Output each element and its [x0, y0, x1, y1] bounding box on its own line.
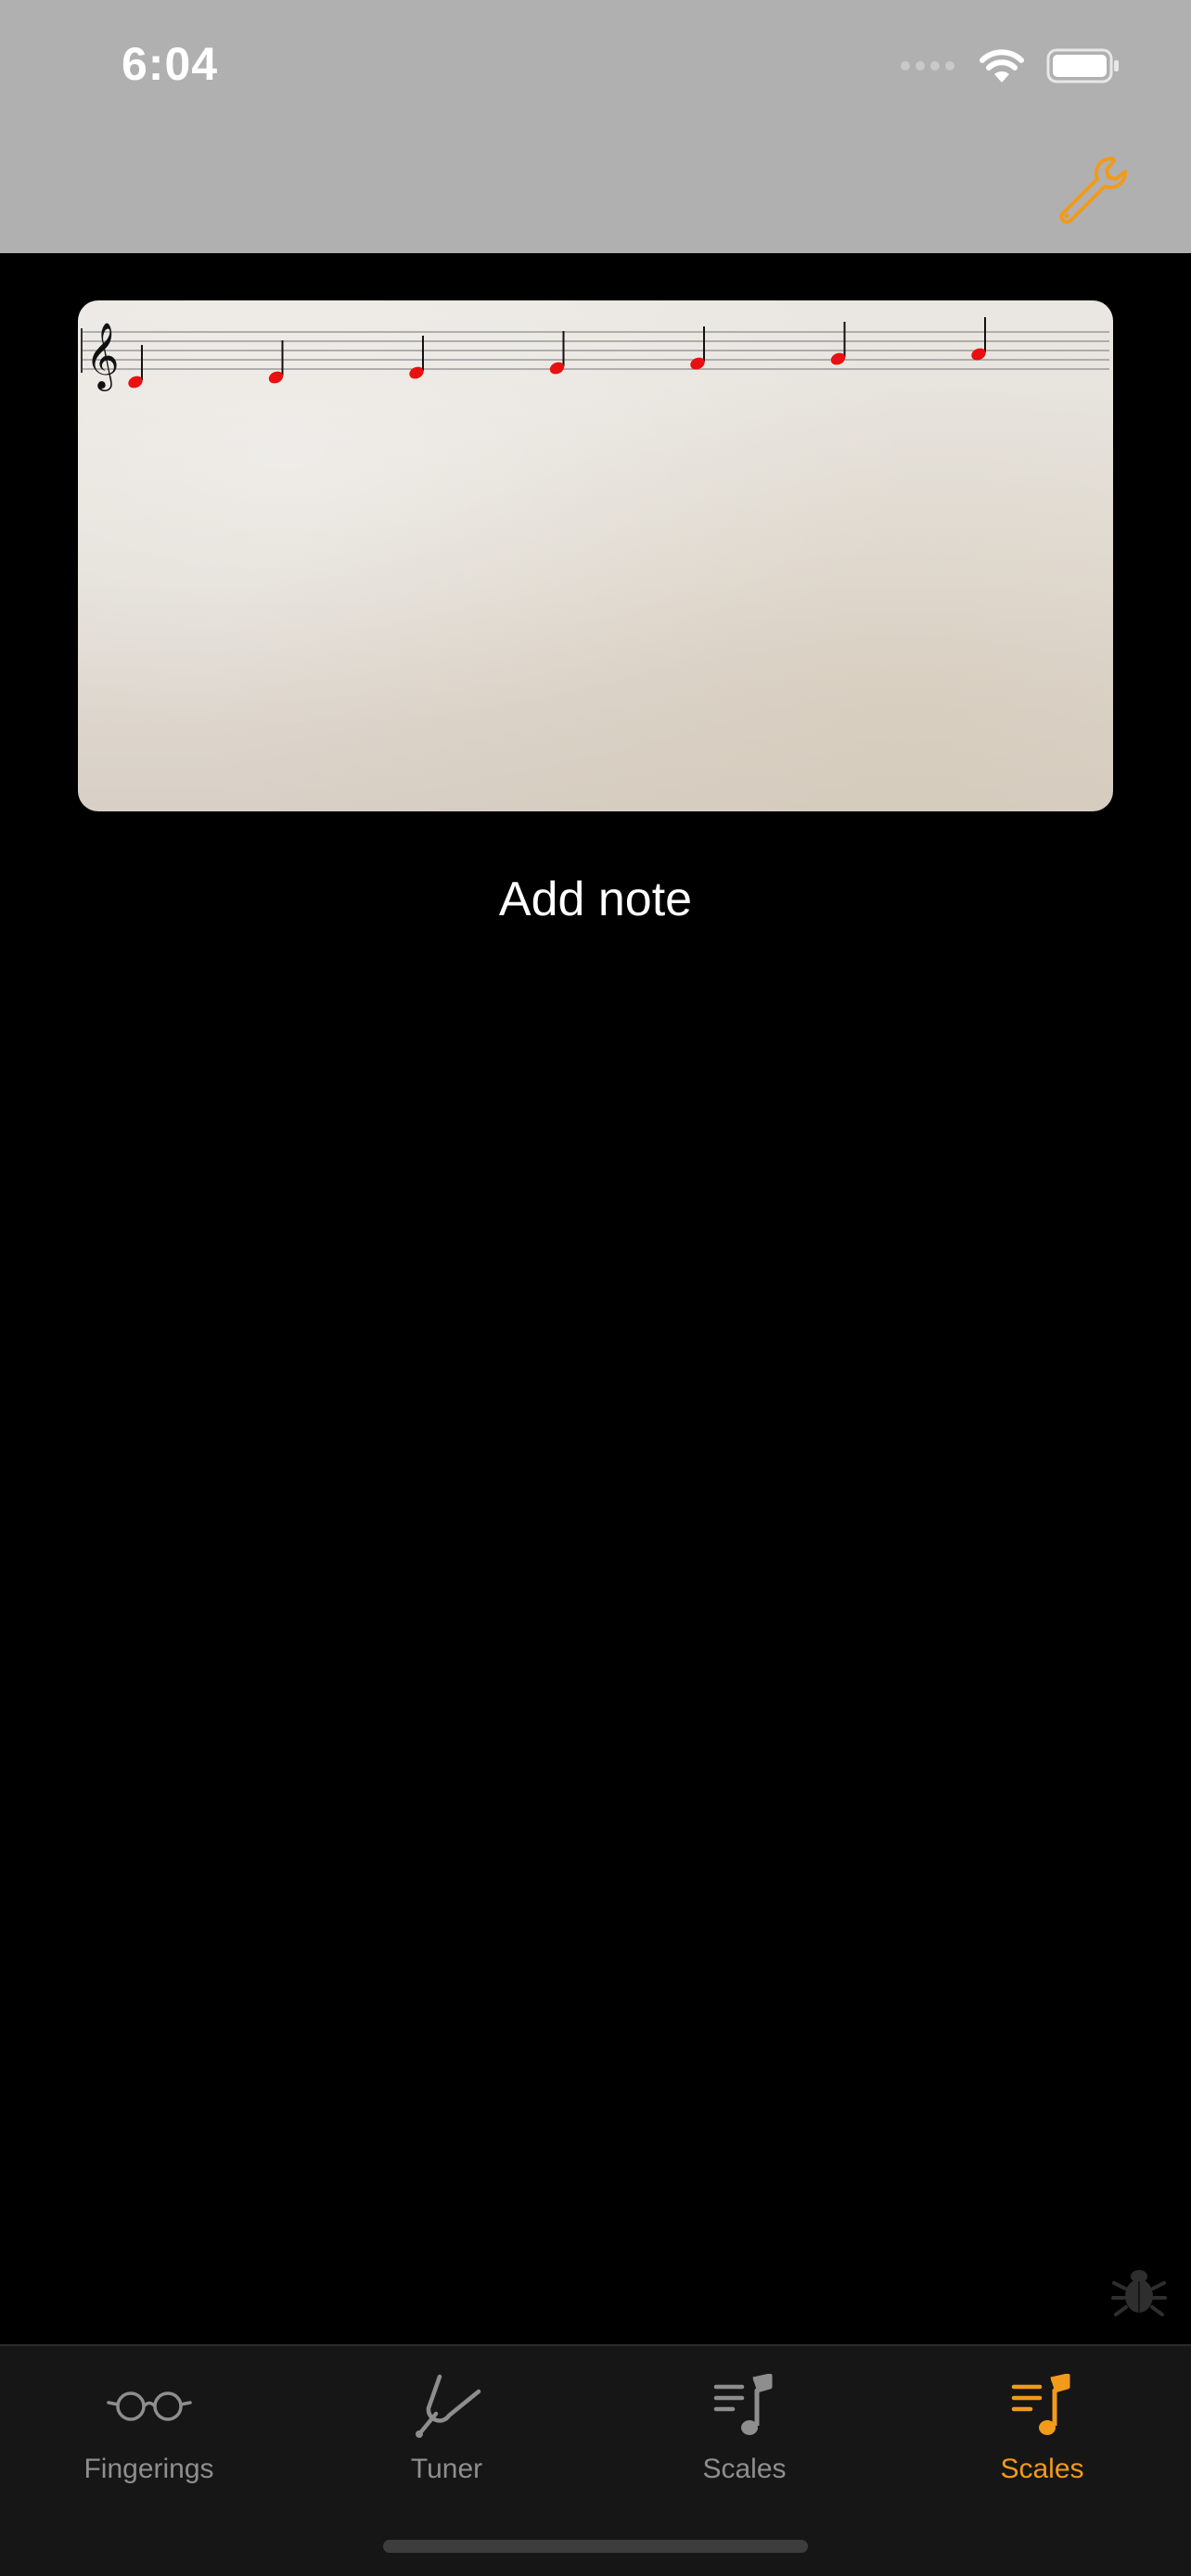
- wrench-icon: [1055, 153, 1129, 232]
- music-list-icon: [1010, 2365, 1075, 2448]
- music-list-icon: [712, 2365, 777, 2448]
- note-3[interactable]: [407, 336, 426, 381]
- tab-label: Scales: [1000, 2454, 1084, 2484]
- tab-label: Scales: [702, 2454, 787, 2484]
- notes-layer: [126, 317, 988, 390]
- wifi-icon: [978, 47, 1026, 89]
- home-indicator: [383, 2540, 808, 2553]
- app-screen: 6:04 𝄞 Add note Fingerings Tuner Scales …: [0, 0, 1191, 2576]
- music-staff-card[interactable]: 𝄞: [78, 300, 1113, 811]
- status-time: 6:04: [122, 38, 219, 90]
- tab-label: Fingerings: [83, 2454, 214, 2484]
- tab-label: Tuner: [410, 2454, 483, 2484]
- staff-lines: [81, 328, 1109, 373]
- settings-button[interactable]: [1050, 150, 1133, 234]
- tab-scales-active[interactable]: Scales: [893, 2365, 1191, 2504]
- note-7[interactable]: [969, 317, 988, 363]
- note-1[interactable]: [126, 345, 145, 390]
- navigation-header: 6:04: [0, 0, 1191, 253]
- treble-clef-icon: 𝄞: [85, 321, 120, 391]
- note-6[interactable]: [829, 322, 848, 367]
- tab-tuner[interactable]: Tuner: [298, 2365, 596, 2504]
- tab-scales[interactable]: Scales: [596, 2365, 893, 2504]
- glasses-icon: [106, 2365, 192, 2448]
- bug-icon: [1109, 2270, 1169, 2324]
- note-4[interactable]: [548, 331, 567, 376]
- signal-dots-icon: [900, 59, 957, 77]
- note-5[interactable]: [688, 326, 707, 372]
- tab-bar: Fingerings Tuner Scales Scales: [0, 2344, 1191, 2576]
- add-note-button[interactable]: Add note: [0, 872, 1191, 927]
- debug-button[interactable]: [1109, 2261, 1174, 2326]
- music-staff: 𝄞: [81, 317, 1109, 391]
- note-2[interactable]: [267, 340, 286, 386]
- tab-fingerings[interactable]: Fingerings: [0, 2365, 298, 2504]
- battery-icon: [1046, 47, 1121, 89]
- tuning-fork-icon: [412, 2365, 482, 2448]
- status-icons: [900, 45, 1121, 91]
